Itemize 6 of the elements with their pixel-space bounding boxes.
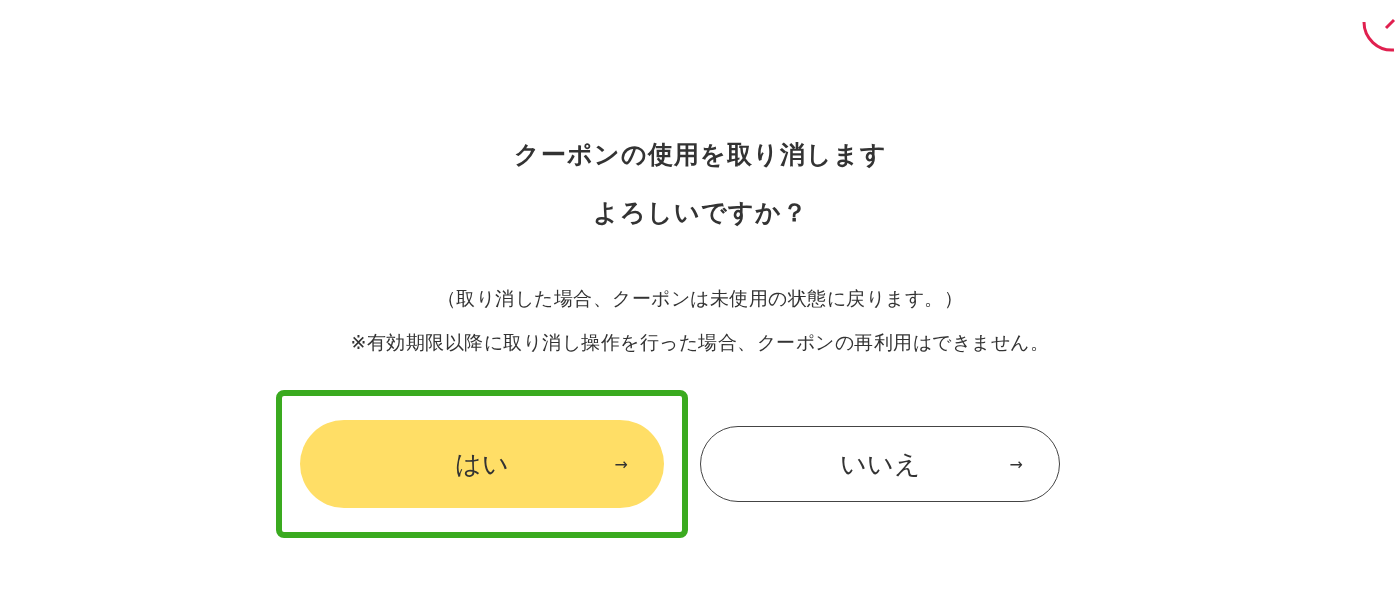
yes-button[interactable]: はい →	[300, 420, 664, 508]
note-text: ※有効期限以降に取り消し操作を行った場合、クーポンの再利用はできません。	[350, 330, 1050, 355]
dialog-title: クーポンの使用を取り消します	[513, 139, 887, 171]
dialog-title: よろしいですか？	[592, 197, 808, 229]
no-button[interactable]: いいえ →	[700, 426, 1060, 502]
note-text: （取り消した場合、クーポンは未使用の状態に戻ります。）	[436, 286, 964, 311]
